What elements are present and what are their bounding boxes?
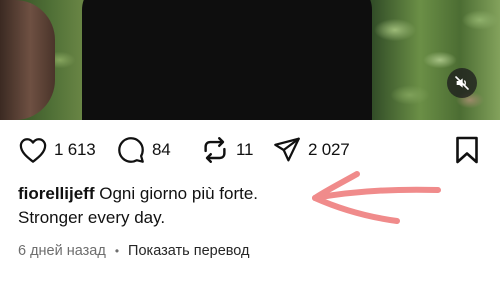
heart-icon <box>19 138 47 163</box>
repost-icon <box>204 137 226 163</box>
meta-separator: • <box>114 244 120 258</box>
post-caption: fiorellijeff Ogni giorno più forte. Stro… <box>18 182 318 230</box>
like-count: 1 613 <box>54 140 96 159</box>
media-arm <box>0 0 55 120</box>
post-timestamp: 6 дней назад <box>18 243 106 259</box>
caption-username[interactable]: fiorellijeff <box>18 184 95 203</box>
media-shirt <box>82 0 372 120</box>
caption-text-line2: Stronger every day. <box>18 208 166 227</box>
bookmark-icon <box>456 136 478 164</box>
share-button[interactable]: 2 027 <box>272 133 350 167</box>
comment-icon <box>118 137 144 163</box>
share-count: 2 027 <box>308 140 350 159</box>
comment-button[interactable]: 84 <box>116 133 171 167</box>
post-media[interactable] <box>0 0 500 120</box>
like-button[interactable]: 1 613 <box>18 133 96 167</box>
repost-button[interactable]: 11 <box>200 133 253 167</box>
save-button[interactable] <box>454 133 480 167</box>
comment-count: 84 <box>152 140 171 159</box>
caption-text-line1: Ogni giorno più forte. <box>99 184 259 203</box>
speaker-muted-icon <box>455 76 469 90</box>
repost-count: 11 <box>236 140 254 159</box>
translate-link[interactable]: Показать перевод <box>128 243 249 259</box>
post-action-bar: 1 613 84 11 2 027 <box>0 133 500 167</box>
post-meta: 6 дней назад • Показать перевод <box>18 243 250 259</box>
mute-button[interactable] <box>447 68 477 98</box>
send-icon <box>274 137 300 162</box>
annotation-arrow <box>312 171 441 224</box>
